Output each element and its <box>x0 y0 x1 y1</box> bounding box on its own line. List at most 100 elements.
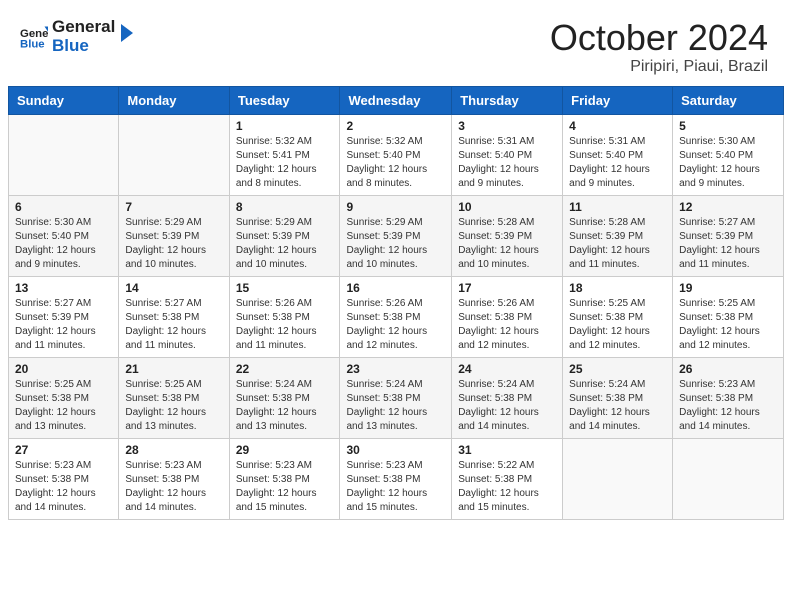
calendar-week-2: 6 Sunrise: 5:30 AM Sunset: 5:40 PM Daylig… <box>9 195 784 276</box>
month-title: October 2024 <box>550 18 768 58</box>
day-number: 15 <box>236 281 334 295</box>
calendar-cell <box>563 438 673 519</box>
calendar-cell: 30Sunrise: 5:23 AM Sunset: 5:38 PM Dayli… <box>340 438 452 519</box>
day-info: Sunrise: 5:31 AM Sunset: 5:40 PM Dayligh… <box>569 135 666 191</box>
day-number: 27 <box>15 443 112 457</box>
day-info: Sunrise: 5:27 AM Sunset: 5:39 PM Dayligh… <box>15 297 112 353</box>
day-number: 22 <box>236 362 334 376</box>
calendar-cell <box>673 438 784 519</box>
calendar-cell: 22 Sunrise: 5:24 AM Sunset: 5:38 PM Dayli… <box>229 357 340 438</box>
calendar-cell: 4 Sunrise: 5:31 AM Sunset: 5:40 PM Daylig… <box>563 114 673 195</box>
calendar-cell: 24 Sunrise: 5:24 AM Sunset: 5:38 PM Dayli… <box>452 357 563 438</box>
calendar-cell: 10 Sunrise: 5:28 AM Sunset: 5:39 PM Dayli… <box>452 195 563 276</box>
day-number: 14 <box>125 281 222 295</box>
day-info: Sunrise: 5:29 AM Sunset: 5:39 PM Dayligh… <box>346 216 445 272</box>
logo-blue: Blue <box>52 37 115 56</box>
day-number: 7 <box>125 200 222 214</box>
day-number: 5 <box>679 119 777 133</box>
day-number: 11 <box>569 200 666 214</box>
calendar-cell: 19 Sunrise: 5:25 AM Sunset: 5:38 PM Dayli… <box>673 276 784 357</box>
day-number: 12 <box>679 200 777 214</box>
day-number: 1 <box>236 119 334 133</box>
calendar-cell <box>119 114 229 195</box>
day-info: Sunrise: 5:26 AM Sunset: 5:38 PM Dayligh… <box>458 297 556 353</box>
logo-arrow-icon <box>113 22 135 44</box>
calendar-cell: 15Sunrise: 5:26 AM Sunset: 5:38 PM Dayli… <box>229 276 340 357</box>
logo: General Blue General Blue <box>20 18 135 55</box>
calendar-week-1: 1Sunrise: 5:32 AM Sunset: 5:41 PM Daylig… <box>9 114 784 195</box>
calendar-cell: 23 Sunrise: 5:24 AM Sunset: 5:38 PM Dayli… <box>340 357 452 438</box>
day-number: 29 <box>236 443 334 457</box>
svg-text:Blue: Blue <box>20 38 45 50</box>
day-number: 28 <box>125 443 222 457</box>
day-info: Sunrise: 5:29 AM Sunset: 5:39 PM Dayligh… <box>236 216 334 272</box>
calendar-cell: 18 Sunrise: 5:25 AM Sunset: 5:38 PM Dayli… <box>563 276 673 357</box>
day-info: Sunrise: 5:23 AM Sunset: 5:38 PM Dayligh… <box>679 378 777 434</box>
calendar-cell: 21 Sunrise: 5:25 AM Sunset: 5:38 PM Dayli… <box>119 357 229 438</box>
calendar-body: 1Sunrise: 5:32 AM Sunset: 5:41 PM Daylig… <box>9 114 784 519</box>
subtitle: Piripiri, Piaui, Brazil <box>550 58 768 76</box>
calendar-cell: 1Sunrise: 5:32 AM Sunset: 5:41 PM Daylig… <box>229 114 340 195</box>
day-info: Sunrise: 5:28 AM Sunset: 5:39 PM Dayligh… <box>458 216 556 272</box>
day-info: Sunrise: 5:28 AM Sunset: 5:39 PM Dayligh… <box>569 216 666 272</box>
day-number: 16 <box>346 281 445 295</box>
day-number: 24 <box>458 362 556 376</box>
calendar-table: SundayMondayTuesdayWednesdayThursdayFrid… <box>8 86 784 520</box>
calendar-cell <box>9 114 119 195</box>
day-info: Sunrise: 5:25 AM Sunset: 5:38 PM Dayligh… <box>125 378 222 434</box>
calendar-cell: 3 Sunrise: 5:31 AM Sunset: 5:40 PM Daylig… <box>452 114 563 195</box>
calendar-cell: 7Sunrise: 5:29 AM Sunset: 5:39 PM Daylig… <box>119 195 229 276</box>
calendar-week-4: 20 Sunrise: 5:25 AM Sunset: 5:38 PM Dayli… <box>9 357 784 438</box>
page: General Blue General Blue October 2024 P… <box>0 0 792 612</box>
day-number: 8 <box>236 200 334 214</box>
calendar-cell: 26 Sunrise: 5:23 AM Sunset: 5:38 PM Dayli… <box>673 357 784 438</box>
day-number: 23 <box>346 362 445 376</box>
day-number: 6 <box>15 200 112 214</box>
day-info: Sunrise: 5:24 AM Sunset: 5:38 PM Dayligh… <box>236 378 334 434</box>
day-number: 10 <box>458 200 556 214</box>
calendar-cell: 12 Sunrise: 5:27 AM Sunset: 5:39 PM Dayli… <box>673 195 784 276</box>
calendar-cell: 11 Sunrise: 5:28 AM Sunset: 5:39 PM Dayli… <box>563 195 673 276</box>
day-info: Sunrise: 5:30 AM Sunset: 5:40 PM Dayligh… <box>15 216 112 272</box>
calendar-cell: 6 Sunrise: 5:30 AM Sunset: 5:40 PM Daylig… <box>9 195 119 276</box>
day-info: Sunrise: 5:30 AM Sunset: 5:40 PM Dayligh… <box>679 135 777 191</box>
day-info: Sunrise: 5:22 AM Sunset: 5:38 PM Dayligh… <box>458 459 556 515</box>
weekday-header-wednesday: Wednesday <box>340 86 452 114</box>
day-info: Sunrise: 5:31 AM Sunset: 5:40 PM Dayligh… <box>458 135 556 191</box>
calendar-cell: 2Sunrise: 5:32 AM Sunset: 5:40 PM Daylig… <box>340 114 452 195</box>
calendar-cell: 16 Sunrise: 5:26 AM Sunset: 5:38 PM Dayli… <box>340 276 452 357</box>
weekday-row: SundayMondayTuesdayWednesdayThursdayFrid… <box>9 86 784 114</box>
weekday-header-tuesday: Tuesday <box>229 86 340 114</box>
day-number: 19 <box>679 281 777 295</box>
day-number: 4 <box>569 119 666 133</box>
day-number: 25 <box>569 362 666 376</box>
day-info: Sunrise: 5:24 AM Sunset: 5:38 PM Dayligh… <box>346 378 445 434</box>
day-info: Sunrise: 5:26 AM Sunset: 5:38 PM Dayligh… <box>346 297 445 353</box>
day-info: Sunrise: 5:25 AM Sunset: 5:38 PM Dayligh… <box>569 297 666 353</box>
day-number: 26 <box>679 362 777 376</box>
day-number: 31 <box>458 443 556 457</box>
day-info: Sunrise: 5:23 AM Sunset: 5:38 PM Dayligh… <box>125 459 222 515</box>
day-info: Sunrise: 5:23 AM Sunset: 5:38 PM Dayligh… <box>15 459 112 515</box>
calendar-cell: 28 Sunrise: 5:23 AM Sunset: 5:38 PM Dayli… <box>119 438 229 519</box>
calendar-wrap: SundayMondayTuesdayWednesdayThursdayFrid… <box>0 86 792 530</box>
day-number: 2 <box>346 119 445 133</box>
day-info: Sunrise: 5:25 AM Sunset: 5:38 PM Dayligh… <box>679 297 777 353</box>
day-info: Sunrise: 5:27 AM Sunset: 5:39 PM Dayligh… <box>679 216 777 272</box>
day-number: 18 <box>569 281 666 295</box>
weekday-header-sunday: Sunday <box>9 86 119 114</box>
day-number: 17 <box>458 281 556 295</box>
day-number: 30 <box>346 443 445 457</box>
day-number: 3 <box>458 119 556 133</box>
title-block: October 2024 Piripiri, Piaui, Brazil <box>550 18 768 76</box>
day-number: 21 <box>125 362 222 376</box>
day-info: Sunrise: 5:25 AM Sunset: 5:38 PM Dayligh… <box>15 378 112 434</box>
weekday-header-friday: Friday <box>563 86 673 114</box>
day-info: Sunrise: 5:24 AM Sunset: 5:38 PM Dayligh… <box>458 378 556 434</box>
calendar-cell: 31 Sunrise: 5:22 AM Sunset: 5:38 PM Dayli… <box>452 438 563 519</box>
logo-icon: General Blue <box>20 23 48 51</box>
day-number: 20 <box>15 362 112 376</box>
day-info: Sunrise: 5:27 AM Sunset: 5:38 PM Dayligh… <box>125 297 222 353</box>
calendar-cell: 20 Sunrise: 5:25 AM Sunset: 5:38 PM Dayli… <box>9 357 119 438</box>
weekday-header-monday: Monday <box>119 86 229 114</box>
